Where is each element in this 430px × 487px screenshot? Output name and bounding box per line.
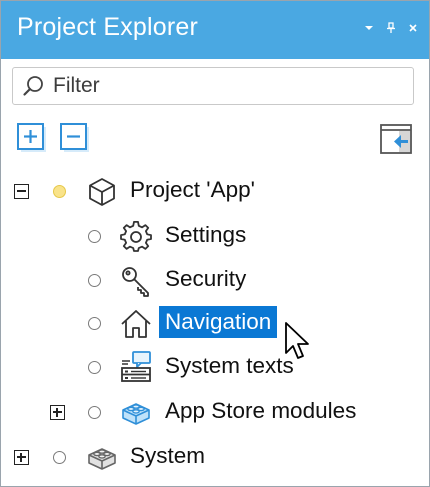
tree-node-project-app[interactable]: Project 'App' [1, 172, 429, 212]
tree-node-navigation[interactable]: Navigation [1, 304, 429, 344]
tree-node-label: Security [165, 266, 247, 291]
house-icon [121, 310, 151, 338]
system-texts-icon [121, 351, 151, 382]
tree-node-app-store-modules[interactable]: App Store modules [1, 393, 429, 433]
panel-title-bar[interactable]: Project Explorer [1, 1, 429, 59]
dropdown-arrow-icon[interactable] [363, 21, 375, 35]
tree-node-system-texts[interactable]: System texts [1, 348, 429, 388]
status-indicator [88, 274, 101, 287]
tree-node-security[interactable]: Security [1, 261, 429, 301]
title-bar-controls [363, 21, 419, 35]
filter-box[interactable] [12, 67, 414, 105]
tree-node-label: Navigation [159, 306, 278, 338]
expand-all-icon[interactable] [16, 122, 50, 156]
status-indicator [88, 361, 101, 374]
filter-input[interactable] [53, 71, 403, 101]
tree-node-label: App Store modules [165, 398, 357, 423]
key-icon [122, 267, 149, 297]
tree-node-label: Project 'App' [130, 177, 255, 202]
mouse-pointer-icon [285, 322, 309, 359]
status-indicator [53, 185, 66, 198]
tree-node-label: System [130, 443, 206, 468]
collapse-toggle-icon[interactable] [14, 184, 29, 199]
gear-icon [120, 221, 152, 252]
blue-brick-icon [122, 403, 150, 425]
close-icon[interactable] [407, 21, 419, 35]
status-indicator [53, 451, 66, 464]
expand-toggle-icon[interactable] [50, 405, 65, 420]
cube-icon [89, 178, 115, 206]
search-icon [23, 76, 43, 96]
tree-node-label: System texts [165, 353, 294, 378]
panel-title: Project Explorer [17, 13, 199, 41]
status-indicator [88, 230, 101, 243]
tree-node-settings[interactable]: Settings [1, 217, 429, 257]
sync-editor-icon[interactable] [379, 122, 413, 156]
project-explorer-panel: Project Explorer Filter Project 'App' Se… [0, 0, 430, 487]
status-indicator [88, 317, 101, 330]
tree-node-system[interactable]: System [1, 438, 429, 478]
gray-brick-icon [88, 448, 116, 470]
expand-toggle-icon[interactable] [14, 450, 29, 465]
status-indicator [88, 406, 101, 419]
pin-icon[interactable] [385, 21, 397, 35]
tree-node-label: Settings [165, 222, 247, 247]
collapse-all-icon[interactable] [59, 122, 93, 156]
